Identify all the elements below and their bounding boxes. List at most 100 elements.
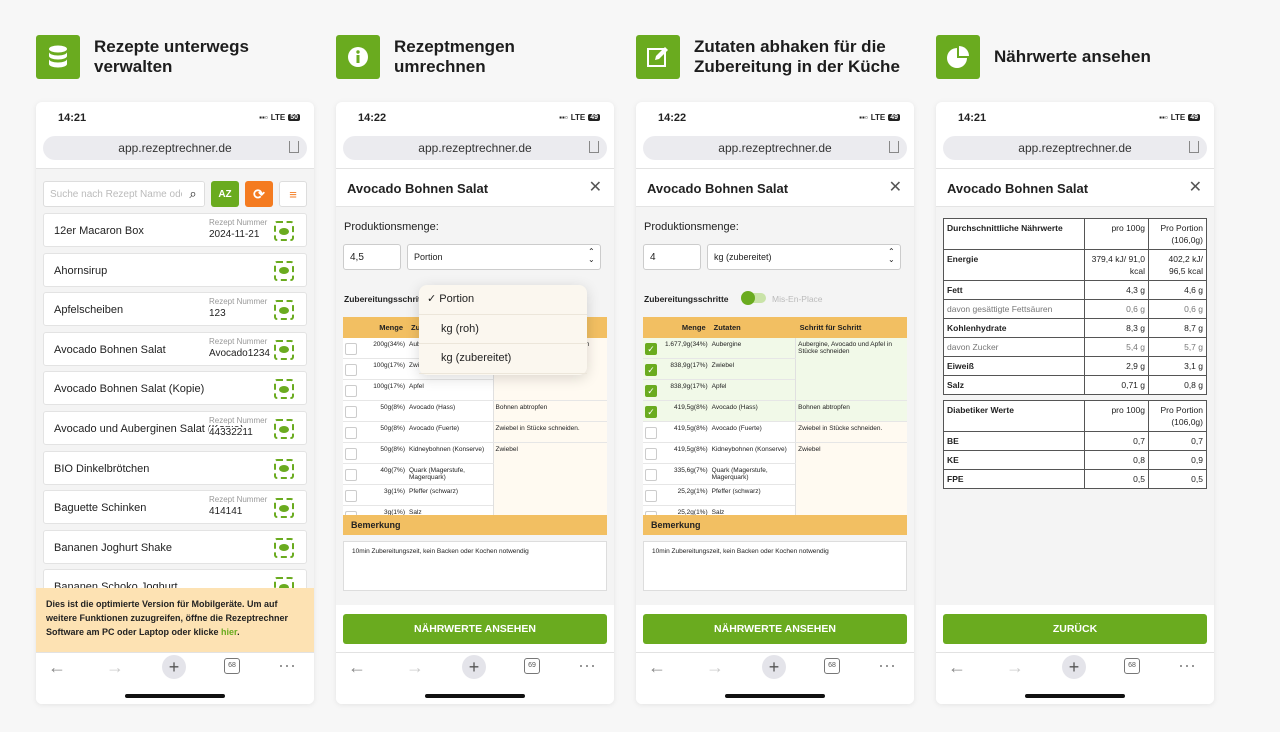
tabs-button[interactable]: 68 bbox=[1124, 658, 1140, 674]
feature-header: Nährwerte ansehen bbox=[936, 35, 1204, 79]
ingredient-checkbox[interactable] bbox=[345, 469, 357, 481]
new-tab-icon[interactable]: + bbox=[462, 655, 486, 679]
address-bar[interactable]: app.rezeptrechner.de bbox=[943, 136, 1207, 160]
ingredient-checkbox[interactable] bbox=[645, 490, 657, 502]
recipe-list-item[interactable]: Avocado und Auberginen Salat (Kopie) Reze… bbox=[43, 411, 307, 445]
view-icon[interactable] bbox=[274, 458, 294, 479]
address-bar[interactable]: app.rezeptrechner.de bbox=[343, 136, 607, 160]
forward-icon[interactable]: → bbox=[106, 657, 124, 678]
share-icon[interactable] bbox=[289, 141, 299, 153]
recipe-list-item[interactable]: Apfelscheiben Rezept Nummer 123 bbox=[43, 292, 307, 327]
remark-field[interactable]: 10min Zubereitungszeit, kein Backen oder… bbox=[343, 541, 607, 591]
forward-icon[interactable]: → bbox=[406, 657, 424, 678]
recipe-list-item[interactable]: Avocado Bohnen Salat (Kopie) bbox=[43, 371, 307, 406]
more-icon[interactable]: ··· bbox=[878, 655, 896, 676]
view-nutrition-button[interactable]: NÄHRWERTE ANSEHEN bbox=[643, 614, 907, 644]
remark-field[interactable]: 10min Zubereitungszeit, kein Backen oder… bbox=[643, 541, 907, 591]
tabs-button[interactable]: 68 bbox=[224, 658, 240, 674]
quantity-input[interactable]: 4 bbox=[643, 244, 701, 270]
unit-option[interactable]: kg (roh) bbox=[419, 315, 587, 344]
ingredient-checkbox[interactable] bbox=[645, 469, 657, 481]
nutrition-screen: Avocado Bohnen Salat ✕ Durchschnittliche N… bbox=[936, 168, 1214, 652]
unit-select[interactable]: Portion bbox=[407, 244, 601, 270]
recipe-list-item[interactable]: Baguette Schinken Rezept Nummer 414141 bbox=[43, 490, 307, 525]
view-icon[interactable] bbox=[274, 300, 294, 321]
recipe-list-item[interactable]: Avocado Bohnen Salat Rezept Nummer Avocado… bbox=[43, 331, 307, 366]
back-button[interactable]: ZURÜCK bbox=[943, 614, 1207, 644]
ingredient-checkbox[interactable] bbox=[645, 448, 657, 460]
filter-button[interactable]: ≡ bbox=[279, 181, 307, 207]
ingredient-checkbox[interactable] bbox=[345, 343, 357, 355]
quantity-input[interactable]: 4,5 bbox=[343, 244, 401, 270]
recipe-list-item[interactable]: BIO Dinkelbrötchen bbox=[43, 450, 307, 485]
desktop-link[interactable]: hier bbox=[221, 627, 237, 637]
share-icon[interactable] bbox=[589, 141, 599, 153]
col-per100: pro 100g bbox=[1084, 218, 1149, 250]
recipe-list-item[interactable]: Ahornsirup bbox=[43, 252, 307, 287]
steps-label: Zubereitungsschritte bbox=[644, 294, 729, 304]
nutrient-label: Fett bbox=[943, 280, 1085, 300]
more-icon[interactable]: ··· bbox=[278, 655, 296, 676]
ingredient-checkbox[interactable] bbox=[345, 427, 357, 439]
ingredient-checkbox[interactable]: ✓ bbox=[645, 364, 657, 376]
unit-select[interactable]: kg (zubereitet) bbox=[707, 244, 901, 270]
nutrient-label: Kohlenhydrate bbox=[943, 318, 1085, 338]
address-bar[interactable]: app.rezeptrechner.de bbox=[43, 136, 307, 160]
steps-label: Zubereitungsschritte bbox=[344, 294, 429, 304]
close-icon[interactable]: ✕ bbox=[589, 177, 602, 197]
forward-icon[interactable]: → bbox=[706, 657, 724, 678]
unit-option[interactable]: ✓ Portion bbox=[419, 285, 587, 315]
new-tab-icon[interactable]: + bbox=[162, 655, 186, 679]
address-bar[interactable]: app.rezeptrechner.de bbox=[643, 136, 907, 160]
refresh-button[interactable]: ⟳ bbox=[245, 181, 273, 207]
mise-en-place-toggle[interactable] bbox=[741, 291, 766, 305]
view-icon[interactable] bbox=[274, 379, 294, 400]
more-icon[interactable]: ··· bbox=[578, 655, 596, 676]
share-icon[interactable] bbox=[889, 141, 899, 153]
view-icon[interactable] bbox=[274, 260, 294, 281]
close-icon[interactable]: ✕ bbox=[1189, 177, 1202, 197]
step-text: Bohnen abtropfen bbox=[492, 400, 607, 422]
ingredient-checkbox[interactable]: ✓ bbox=[645, 385, 657, 397]
forward-icon[interactable]: → bbox=[1006, 657, 1024, 678]
search-icon[interactable]: ⌕ bbox=[182, 182, 204, 206]
recipe-list-item[interactable]: 12er Macaron Box Rezept Nummer 2024-11-21 bbox=[43, 213, 307, 247]
tabs-button[interactable]: 69 bbox=[524, 658, 540, 674]
tabs-button[interactable]: 68 bbox=[824, 658, 840, 674]
ingredient-checkbox[interactable]: ✓ bbox=[645, 343, 657, 355]
view-icon[interactable] bbox=[274, 221, 294, 241]
per100-value: 8,3 g bbox=[1084, 318, 1149, 338]
ingredient-row: ✓ 419,5g(8%) Avocado (Hass) Bohnen abtropfe… bbox=[643, 400, 907, 422]
portion-value: 5,7 g bbox=[1148, 337, 1207, 357]
search-input[interactable]: Suche nach Rezept Name oder Nummer⌕ bbox=[43, 181, 205, 207]
ingredient-checkbox[interactable] bbox=[345, 406, 357, 418]
ingredient-checkbox[interactable] bbox=[345, 364, 357, 376]
view-icon[interactable] bbox=[274, 419, 294, 439]
url-text: app.rezeptrechner.de bbox=[418, 141, 532, 155]
back-icon[interactable]: ← bbox=[48, 657, 66, 678]
view-icon[interactable] bbox=[274, 498, 294, 519]
view-nutrition-button[interactable]: NÄHRWERTE ANSEHEN bbox=[343, 614, 607, 644]
sort-az-button[interactable]: AZ bbox=[211, 181, 239, 207]
recipe-name: Avocado Bohnen Salat bbox=[54, 343, 166, 356]
recipe-name: Baguette Schinken bbox=[54, 502, 147, 515]
new-tab-icon[interactable]: + bbox=[1062, 655, 1086, 679]
recipe-list-item[interactable]: Bananen Joghurt Shake bbox=[43, 529, 307, 564]
ingredient-checkbox[interactable]: ✓ bbox=[645, 406, 657, 418]
ingredient-checkbox[interactable] bbox=[345, 490, 357, 502]
ingredient-checkbox[interactable] bbox=[645, 427, 657, 439]
ingredient-checkbox[interactable] bbox=[345, 385, 357, 397]
more-icon[interactable]: ··· bbox=[1178, 655, 1196, 676]
back-icon[interactable]: ← bbox=[648, 657, 666, 678]
ingredient-checkbox[interactable] bbox=[345, 448, 357, 460]
view-icon[interactable] bbox=[274, 537, 294, 558]
close-icon[interactable]: ✕ bbox=[889, 177, 902, 197]
ingredient-name: Zwiebel bbox=[709, 358, 796, 380]
clock: 14:22 bbox=[358, 112, 387, 124]
unit-option[interactable]: kg (zubereitet) bbox=[419, 344, 587, 374]
back-icon[interactable]: ← bbox=[348, 657, 366, 678]
view-icon[interactable] bbox=[274, 339, 294, 360]
back-icon[interactable]: ← bbox=[948, 657, 966, 678]
new-tab-icon[interactable]: + bbox=[762, 655, 786, 679]
share-icon[interactable] bbox=[1189, 141, 1199, 153]
